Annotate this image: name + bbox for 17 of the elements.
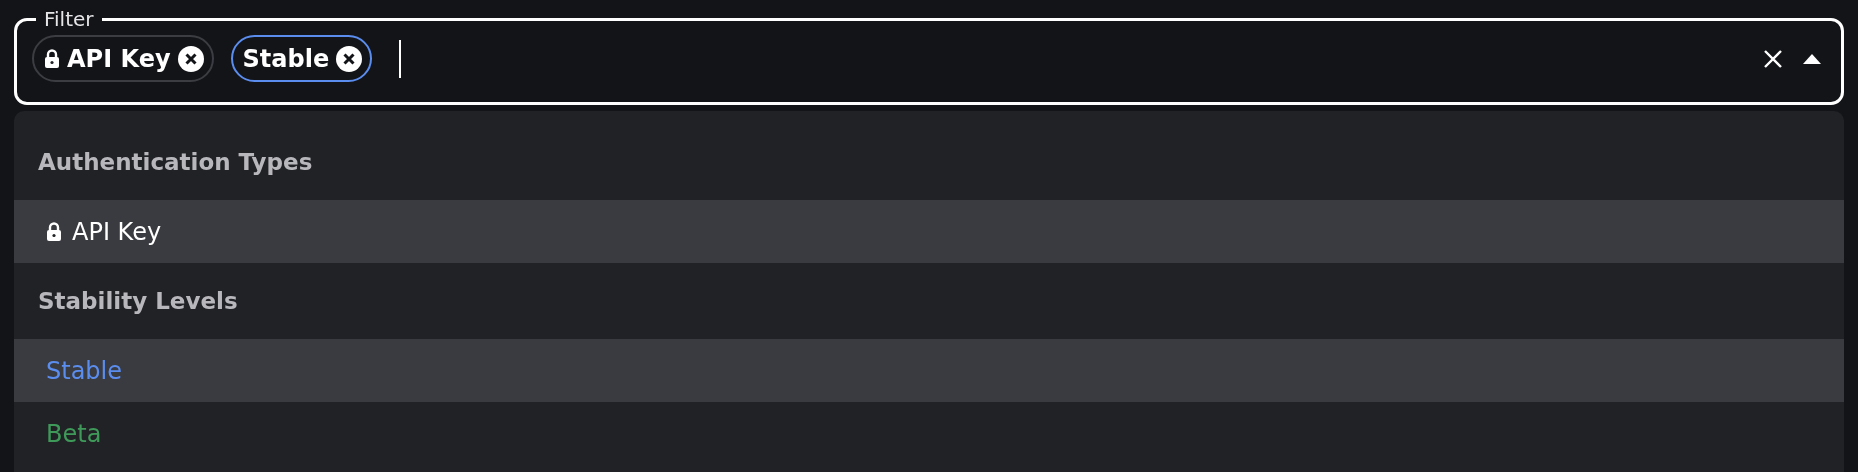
group-header: Authentication Types (37, 148, 314, 177)
menu-option[interactable]: API Key (14, 200, 1844, 263)
close-icon (1763, 48, 1783, 69)
text-cursor (399, 39, 402, 78)
chip-label: API Key (67, 44, 171, 73)
menu-option[interactable]: Beta (14, 402, 1844, 465)
lock-icon (46, 221, 62, 242)
caret-up-icon (1803, 53, 1821, 64)
lock-icon (44, 48, 60, 69)
remove-icon[interactable] (336, 45, 363, 72)
filter-field[interactable]: Filter API Key Stable (14, 9, 1844, 105)
remove-icon[interactable] (177, 45, 204, 72)
filter-chip[interactable]: API Key (32, 35, 214, 82)
group-header: Stability Levels (37, 287, 239, 316)
field-label: Filter (43, 9, 95, 29)
filter-chip[interactable]: Stable (230, 35, 373, 82)
chip-label: Stable (242, 44, 330, 73)
